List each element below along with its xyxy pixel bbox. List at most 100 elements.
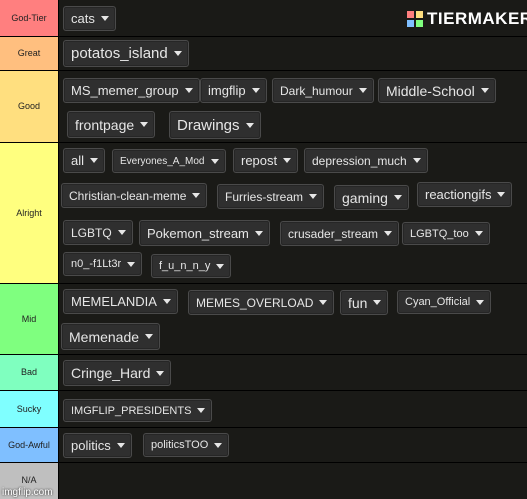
chevron-down-icon[interactable] bbox=[184, 88, 193, 93]
chevron-down-icon[interactable] bbox=[140, 122, 149, 127]
chevron-down-icon[interactable] bbox=[197, 408, 206, 413]
chevron-down-icon[interactable] bbox=[116, 443, 125, 448]
chevron-down-icon[interactable] bbox=[127, 261, 136, 267]
tier-label: Alright bbox=[0, 143, 58, 283]
tier-row-good: Good MS_memer_group imgflip Dark_humour … bbox=[0, 71, 527, 142]
chevron-down-icon[interactable] bbox=[173, 51, 182, 56]
item-label: imgflip bbox=[208, 83, 246, 98]
tier-items: potatos_island bbox=[59, 37, 527, 70]
chevron-down-icon[interactable] bbox=[497, 192, 506, 197]
tier-item[interactable]: MS_memer_group bbox=[63, 78, 200, 103]
item-label: Everyones_A_Mod bbox=[120, 155, 205, 167]
chevron-down-icon[interactable] bbox=[117, 230, 126, 235]
item-label: potatos_island bbox=[71, 45, 168, 62]
chevron-down-icon[interactable] bbox=[210, 158, 219, 164]
item-label: Dark_humour bbox=[280, 83, 353, 98]
tier-row-na: N/A bbox=[0, 463, 527, 499]
chevron-down-icon[interactable] bbox=[393, 195, 402, 200]
tier-label: Great bbox=[0, 37, 58, 70]
tier-item[interactable]: politicsTOO bbox=[143, 433, 230, 457]
chevron-down-icon[interactable] bbox=[162, 299, 171, 304]
chevron-down-icon[interactable] bbox=[216, 263, 225, 269]
chevron-down-icon[interactable] bbox=[480, 88, 489, 93]
tier-item[interactable]: gaming bbox=[334, 185, 409, 210]
chevron-down-icon[interactable] bbox=[474, 231, 483, 236]
tier-item[interactable]: n0_-f1Lt3r bbox=[63, 252, 143, 276]
chevron-down-icon[interactable] bbox=[100, 16, 109, 21]
tier-label: Mid bbox=[0, 284, 58, 354]
tier-item[interactable]: politics bbox=[63, 433, 132, 458]
tier-label: Good bbox=[0, 71, 58, 142]
tier-item[interactable]: all bbox=[63, 148, 106, 173]
item-label: politicsTOO bbox=[151, 439, 209, 451]
logo-grid-icon bbox=[407, 11, 423, 27]
tier-item[interactable]: MEMES_OVERLOAD bbox=[188, 290, 335, 315]
tier-item[interactable]: LGBTQ_too bbox=[402, 222, 490, 245]
chevron-down-icon[interactable] bbox=[319, 300, 328, 305]
item-label: LGBTQ bbox=[71, 225, 112, 240]
item-label: MEMES_OVERLOAD bbox=[196, 295, 314, 310]
chevron-down-icon[interactable] bbox=[309, 194, 318, 199]
chevron-down-icon[interactable] bbox=[254, 230, 263, 236]
chevron-down-icon[interactable] bbox=[412, 158, 421, 163]
tier-item[interactable]: IMGFLIP_PRESIDENTS bbox=[63, 399, 213, 422]
item-label: frontpage bbox=[75, 116, 135, 133]
item-label: IMGFLIP_PRESIDENTS bbox=[71, 404, 192, 417]
tier-item[interactable]: Christian-clean-meme bbox=[61, 183, 208, 208]
item-label: Drawings bbox=[177, 116, 240, 134]
tier-item[interactable]: imgflip bbox=[200, 78, 267, 103]
item-label: fun bbox=[348, 294, 368, 311]
chevron-down-icon[interactable] bbox=[384, 231, 393, 236]
tier-item[interactable]: reactiongifs bbox=[417, 182, 513, 207]
tier-item[interactable]: Middle-School bbox=[378, 78, 496, 103]
chevron-down-icon[interactable] bbox=[373, 300, 382, 305]
logo-text: TIERMAKER bbox=[427, 9, 527, 28]
logo-square bbox=[407, 11, 414, 18]
chevron-down-icon[interactable] bbox=[156, 370, 165, 376]
chevron-down-icon[interactable] bbox=[283, 158, 292, 163]
tier-label: Sucky bbox=[0, 391, 58, 427]
item-label: n0_-f1Lt3r bbox=[71, 258, 122, 270]
tier-item[interactable]: frontpage bbox=[67, 111, 156, 138]
tier-item[interactable]: depression_much bbox=[304, 148, 428, 173]
tier-item[interactable]: Memenade bbox=[61, 323, 161, 350]
chevron-down-icon[interactable] bbox=[251, 88, 260, 93]
watermark: imgflip.com bbox=[2, 487, 53, 498]
tier-item[interactable]: Cringe_Hard bbox=[63, 360, 172, 386]
chevron-down-icon[interactable] bbox=[245, 122, 254, 128]
tier-row-alright: Alright all Everyones_A_Mod repost depre… bbox=[0, 143, 527, 283]
item-label: LGBTQ_too bbox=[410, 227, 469, 240]
tier-item[interactable]: Pokemon_stream bbox=[139, 220, 270, 246]
tier-item[interactable]: MEMELANDIA bbox=[63, 289, 178, 314]
tier-item[interactable]: f_u_n_n_y bbox=[151, 254, 232, 278]
item-label: cats bbox=[71, 11, 95, 26]
item-label: depression_much bbox=[312, 153, 407, 168]
tier-item[interactable]: Furries-stream bbox=[217, 184, 325, 209]
tier-item[interactable]: Cyan_Official bbox=[397, 290, 492, 314]
item-label: Middle-School bbox=[386, 82, 475, 99]
item-label: all bbox=[71, 153, 85, 168]
chevron-down-icon[interactable] bbox=[90, 158, 99, 163]
tier-items: all Everyones_A_Mod repost depression_mu… bbox=[59, 143, 527, 283]
chevron-down-icon[interactable] bbox=[476, 299, 485, 305]
tier-item[interactable]: Dark_humour bbox=[272, 78, 374, 103]
item-label: crusader_stream bbox=[288, 226, 379, 241]
tier-row-great: Great potatos_island bbox=[0, 37, 527, 70]
tier-item[interactable]: fun bbox=[340, 290, 389, 315]
tier-item[interactable]: crusader_stream bbox=[280, 221, 400, 246]
tier-item[interactable]: potatos_island bbox=[63, 40, 189, 67]
tier-item[interactable]: Everyones_A_Mod bbox=[112, 149, 226, 173]
tier-item[interactable]: cats bbox=[63, 6, 116, 31]
tier-items bbox=[59, 463, 527, 499]
tier-row-sucky: Sucky IMGFLIP_PRESIDENTS bbox=[0, 391, 527, 427]
chevron-down-icon[interactable] bbox=[358, 88, 367, 93]
tier-item[interactable]: repost bbox=[233, 148, 299, 173]
chevron-down-icon[interactable] bbox=[192, 193, 201, 198]
chevron-down-icon[interactable] bbox=[214, 442, 223, 448]
chevron-down-icon[interactable] bbox=[145, 334, 154, 339]
tier-item[interactable]: LGBTQ bbox=[63, 220, 133, 245]
tier-item[interactable]: Drawings bbox=[169, 111, 261, 139]
tier-row-bad: Bad Cringe_Hard bbox=[0, 355, 527, 390]
tier-label: God-Tier bbox=[0, 0, 58, 36]
item-label: politics bbox=[71, 438, 111, 453]
